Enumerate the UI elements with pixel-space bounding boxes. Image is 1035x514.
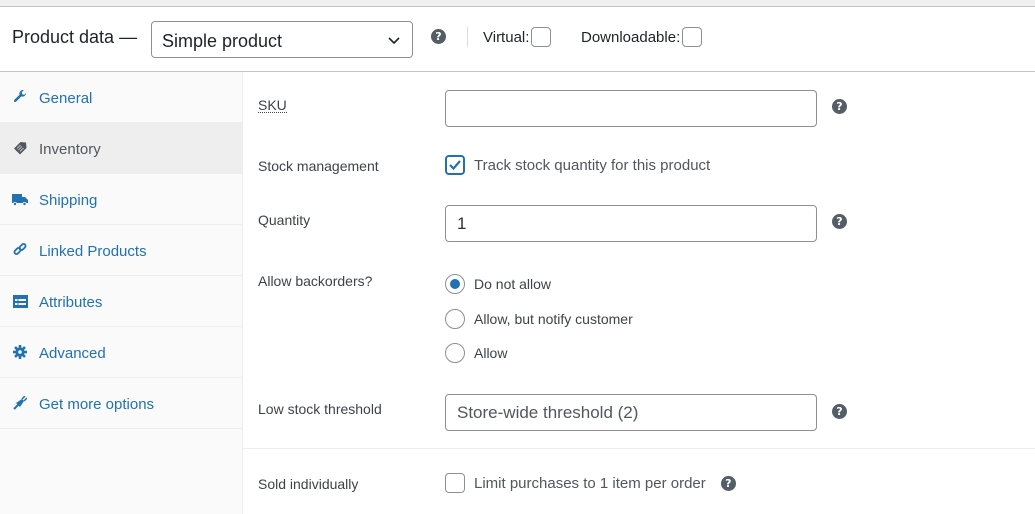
low-stock-label: Low stock threshold bbox=[258, 401, 382, 417]
help-icon[interactable]: ? bbox=[832, 99, 847, 114]
sold-individually-toggle[interactable]: Limit purchases to 1 item per order ? bbox=[445, 473, 736, 493]
radio-button[interactable] bbox=[445, 274, 465, 294]
list-view-icon bbox=[12, 293, 28, 309]
sold-individually-checkbox-label: Limit purchases to 1 item per order bbox=[474, 474, 706, 492]
virtual-label: Virtual: bbox=[483, 28, 530, 46]
sold-individually-label: Sold individually bbox=[258, 476, 359, 492]
tab-label: Shipping bbox=[39, 191, 98, 209]
tab-label: Attributes bbox=[39, 293, 103, 311]
track-stock-toggle[interactable]: Track stock quantity for this product bbox=[445, 155, 710, 175]
low-stock-input[interactable] bbox=[445, 394, 817, 431]
tab-label: Advanced bbox=[39, 344, 106, 362]
tab-get-more-options[interactable]: Get more options bbox=[0, 378, 242, 429]
section-divider bbox=[243, 448, 1035, 449]
panel-title: Product data — bbox=[12, 27, 138, 47]
tab-shipping[interactable]: Shipping bbox=[0, 174, 242, 225]
backorders-label: Allow backorders? bbox=[258, 273, 373, 289]
help-icon[interactable]: ? bbox=[832, 214, 847, 229]
truck-icon bbox=[12, 191, 28, 207]
backorder-option[interactable]: Do not allow bbox=[445, 274, 551, 294]
backorder-option-label: Allow bbox=[474, 345, 508, 361]
gear-icon bbox=[12, 344, 28, 360]
tab-general[interactable]: General bbox=[0, 72, 242, 123]
tab-inventory[interactable]: Inventory bbox=[0, 123, 242, 174]
tab-label: Inventory bbox=[39, 140, 101, 158]
sku-label: SKU bbox=[258, 97, 287, 113]
tab-label: General bbox=[39, 89, 93, 107]
downloadable-label: Downloadable: bbox=[581, 28, 681, 46]
checkmark-icon bbox=[449, 160, 461, 171]
radio-button[interactable] bbox=[445, 343, 465, 363]
tab-advanced[interactable]: Advanced bbox=[0, 327, 242, 378]
inventory-panel: SKU ? Stock management Track stock quant… bbox=[243, 72, 1035, 514]
downloadable-checkbox[interactable] bbox=[682, 27, 703, 47]
quantity-input[interactable] bbox=[445, 205, 817, 242]
virtual-checkbox[interactable] bbox=[531, 27, 552, 47]
downloadable-toggle[interactable]: Downloadable: bbox=[581, 27, 703, 47]
product-data-tabs: General Inventory Shipping Linked Produc… bbox=[0, 72, 243, 514]
help-icon[interactable]: ? bbox=[720, 475, 736, 491]
link-icon bbox=[12, 242, 28, 258]
product-type-select[interactable]: Simple product bbox=[151, 21, 413, 58]
radio-button[interactable] bbox=[445, 309, 465, 329]
chevron-down-icon bbox=[388, 37, 400, 45]
sold-individually-checkbox[interactable] bbox=[445, 473, 465, 493]
backorder-option-label: Allow, but notify customer bbox=[474, 311, 633, 327]
tab-label: Linked Products bbox=[39, 242, 147, 260]
tab-linked-products[interactable]: Linked Products bbox=[0, 225, 242, 276]
virtual-toggle[interactable]: Virtual: bbox=[483, 27, 552, 47]
tab-label: Get more options bbox=[39, 395, 155, 413]
track-stock-label: Track stock quantity for this product bbox=[474, 156, 711, 174]
wrench-icon bbox=[12, 89, 28, 105]
divider bbox=[467, 27, 468, 47]
plugin-icon bbox=[12, 395, 28, 411]
backorder-option[interactable]: Allow bbox=[445, 343, 507, 363]
sku-input[interactable] bbox=[445, 90, 817, 127]
tag-icon bbox=[12, 140, 28, 156]
tab-attributes[interactable]: Attributes bbox=[0, 276, 242, 327]
track-stock-checkbox[interactable] bbox=[445, 155, 465, 175]
backorder-option-label: Do not allow bbox=[474, 276, 552, 292]
product-type-value: Simple product bbox=[162, 31, 283, 51]
quantity-label: Quantity bbox=[258, 212, 311, 228]
help-icon[interactable]: ? bbox=[431, 29, 446, 44]
top-strip bbox=[0, 0, 1035, 7]
stock-management-label: Stock management bbox=[258, 158, 379, 174]
product-data-header: Product data — Simple product ? Virtual:… bbox=[0, 7, 1035, 72]
help-icon[interactable]: ? bbox=[832, 404, 847, 419]
backorder-option[interactable]: Allow, but notify customer bbox=[445, 309, 633, 329]
